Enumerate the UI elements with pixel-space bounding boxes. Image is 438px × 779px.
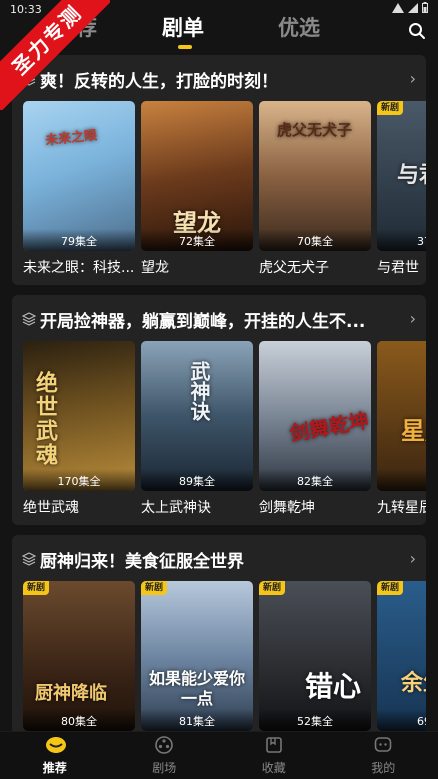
- section-header[interactable]: 开局捡神器，躺赢到巅峰，开挂的人生不... ›: [22, 307, 416, 332]
- playlist-section: 厨神归来！美食征服全世界 › 厨神降临 新剧 80集全 如果能少爱你一点 新剧 …: [12, 535, 426, 735]
- drama-title: 太上武神诀: [141, 500, 211, 516]
- tab-playlist[interactable]: 剧单: [162, 12, 204, 42]
- section-title: 厨神归来！美食征服全世界: [40, 551, 244, 572]
- poster-art-text: 与君: [397, 162, 426, 188]
- section-header[interactable]: 爽！反转的人生，打脸的时刻！ ›: [22, 67, 416, 92]
- episode-count: 81集全: [141, 709, 253, 731]
- film-reel-icon: [154, 735, 174, 755]
- drama-card[interactable]: 未来之眼 79集全 未来之眼：科技...: [23, 101, 135, 277]
- drama-card[interactable]: 武神诀 89集全 太上武神诀: [141, 341, 253, 517]
- drama-card[interactable]: 余生 新剧 69: [377, 581, 426, 731]
- drama-poster[interactable]: 星辰: [377, 341, 426, 491]
- episode-count: 37: [377, 229, 426, 251]
- episode-count: 80集全: [23, 709, 135, 731]
- chevron-right-icon[interactable]: ›: [410, 307, 416, 331]
- nav-profile[interactable]: 我的: [329, 732, 438, 779]
- episode-count: 170集全: [23, 469, 135, 491]
- episode-count: 82集全: [259, 469, 371, 491]
- poster-art-text: 武神诀: [187, 361, 211, 421]
- poster-art-text: 绝世武魂: [32, 371, 58, 467]
- drama-poster[interactable]: 未来之眼 79集全: [23, 101, 135, 251]
- bookmark-icon: [264, 735, 284, 755]
- drama-card[interactable]: 望龙 72集全 望龙: [141, 101, 253, 277]
- section-title: 爽！反转的人生，打脸的时刻！: [40, 71, 278, 92]
- drama-poster[interactable]: 余生 新剧 69: [377, 581, 426, 731]
- nav-theater[interactable]: 剧场: [110, 732, 220, 779]
- poster-art-text: 星辰: [401, 416, 426, 445]
- nav-favorites[interactable]: 收藏: [219, 732, 329, 779]
- episode-count: 72集全: [141, 229, 253, 251]
- layers-icon: [22, 72, 36, 86]
- drama-poster[interactable]: 虎父无犬子 70集全: [259, 101, 371, 251]
- drama-card[interactable]: 虎父无犬子 70集全 虎父无犬子: [259, 101, 371, 277]
- drama-poster[interactable]: 剑舞乾坤 82集全: [259, 341, 371, 491]
- drama-card[interactable]: 如果能少爱你一点 新剧 81集全: [141, 581, 253, 731]
- search-icon[interactable]: [408, 22, 426, 40]
- drama-poster[interactable]: 与君 新剧 37: [377, 101, 426, 251]
- drama-card[interactable]: 绝世武魂 170集全 绝世武魂: [23, 341, 135, 517]
- profile-icon: [373, 735, 393, 755]
- section-header[interactable]: 厨神归来！美食征服全世界 ›: [22, 547, 416, 572]
- poster-art-text: 错心: [305, 670, 362, 703]
- drama-poster[interactable]: 错心 新剧 52集全: [259, 581, 371, 731]
- layers-icon: [22, 312, 36, 326]
- episode-count: 79集全: [23, 229, 135, 251]
- drama-title: 未来之眼：科技...: [23, 260, 135, 276]
- episode-count: 70集全: [259, 229, 371, 251]
- drama-card[interactable]: 错心 新剧 52集全: [259, 581, 371, 731]
- episode-count: 89集全: [141, 469, 253, 491]
- nav-label: 剧场: [152, 761, 177, 775]
- drama-card[interactable]: 星辰 九转星辰: [377, 341, 426, 517]
- nav-label: 推荐: [42, 761, 67, 775]
- drama-title: 九转星辰: [377, 500, 426, 516]
- recommend-icon: [45, 735, 66, 755]
- drama-title: 绝世武魂: [23, 500, 79, 516]
- poster-art-text: 厨神降临: [35, 683, 107, 704]
- drama-card[interactable]: 厨神降临 新剧 80集全: [23, 581, 135, 731]
- nav-label: 收藏: [261, 761, 286, 775]
- new-badge: 新剧: [377, 101, 404, 115]
- drama-poster[interactable]: 如果能少爱你一点 新剧 81集全: [141, 581, 253, 731]
- poster-art-text: 虎父无犬子: [277, 121, 353, 139]
- poster-art-text: 余生: [401, 670, 426, 696]
- layers-icon: [22, 552, 36, 566]
- drama-card[interactable]: 与君 新剧 37 与君世: [377, 101, 426, 277]
- new-badge: 新剧: [23, 581, 50, 595]
- chevron-right-icon[interactable]: ›: [410, 547, 416, 571]
- drama-poster[interactable]: 厨神降临 新剧 80集全: [23, 581, 135, 731]
- drama-title: 望龙: [141, 260, 169, 276]
- tab-recommend[interactable]: 推荐: [55, 12, 97, 42]
- top-tabs: 推荐 剧单 优选: [0, 10, 438, 50]
- playlist-section: 爽！反转的人生，打脸的时刻！ › 未来之眼 79集全 未来之眼：科技... 望龙…: [12, 55, 426, 285]
- bottom-nav: 推荐 剧场 收藏 我的: [0, 731, 438, 779]
- drama-card[interactable]: 剑舞乾坤 82集全 剑舞乾坤: [259, 341, 371, 517]
- drama-title: 剑舞乾坤: [259, 500, 315, 516]
- nav-label: 我的: [371, 761, 396, 775]
- new-badge: 新剧: [141, 581, 168, 595]
- tab-featured[interactable]: 优选: [278, 12, 320, 42]
- new-badge: 新剧: [377, 581, 404, 595]
- drama-title: 与君世: [377, 260, 419, 276]
- playlist-section: 开局捡神器，躺赢到巅峰，开挂的人生不... › 绝世武魂 170集全 绝世武魂 …: [12, 295, 426, 525]
- drama-poster[interactable]: 绝世武魂 170集全: [23, 341, 135, 491]
- nav-recommend[interactable]: 推荐: [0, 732, 110, 779]
- drama-poster[interactable]: 望龙 72集全: [141, 101, 253, 251]
- chevron-right-icon[interactable]: ›: [410, 67, 416, 91]
- episode-count: [377, 469, 426, 491]
- section-title: 开局捡神器，躺赢到巅峰，开挂的人生不...: [40, 311, 366, 332]
- active-tab-indicator: [178, 45, 192, 49]
- poster-art-text: 如果能少爱你一点: [149, 669, 246, 708]
- new-badge: 新剧: [259, 581, 286, 595]
- episode-count: 69: [377, 709, 426, 731]
- episode-count: 52集全: [259, 709, 371, 731]
- drama-title: 虎父无犬子: [259, 260, 329, 276]
- drama-poster[interactable]: 武神诀 89集全: [141, 341, 253, 491]
